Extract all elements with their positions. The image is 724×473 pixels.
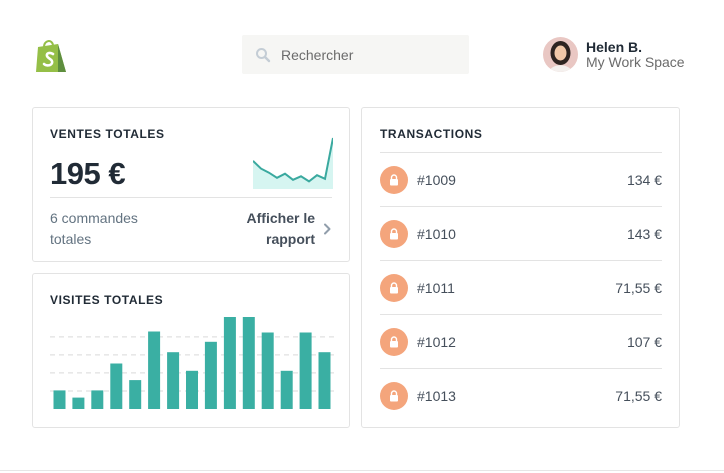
user-menu[interactable]: Helen B. My Work Space — [543, 37, 685, 72]
visits-bar — [148, 331, 161, 409]
lock-icon — [380, 219, 408, 248]
visits-bar — [299, 332, 312, 409]
visits-bar-chart — [50, 317, 334, 409]
shopify-logo-icon[interactable] — [34, 38, 68, 74]
transaction-row[interactable]: #1009 134 € — [380, 152, 662, 206]
chevron-right-icon — [324, 223, 331, 235]
search-input[interactable] — [281, 46, 451, 63]
view-report-label: Afficher le rapport — [246, 210, 315, 247]
lock-icon — [380, 327, 408, 356]
sparkline-area — [253, 138, 333, 189]
user-workspace: My Work Space — [586, 53, 685, 70]
visits-bar — [72, 397, 85, 409]
lock-icon — [380, 165, 408, 194]
page-bottom-border — [0, 470, 724, 471]
visits-bar — [223, 317, 236, 409]
visits-bar — [110, 363, 123, 409]
sales-sparkline — [253, 137, 333, 189]
total-sales-card: VENTES TOTALES 195 € 6 commandes totales… — [32, 107, 350, 262]
orders-count: 6 commandes totales — [50, 210, 138, 247]
visits-bar — [242, 317, 255, 409]
search-icon — [256, 47, 271, 62]
transaction-row[interactable]: #1013 71,55 € — [380, 368, 662, 422]
card-title: TRANSACTIONS — [380, 127, 483, 141]
transaction-id: #1010 — [417, 225, 456, 242]
visits-bar — [186, 370, 198, 409]
card-title: VISITES TOTALES — [50, 293, 164, 307]
visits-bar — [318, 352, 331, 409]
transaction-id: #1009 — [417, 171, 456, 188]
transaction-row[interactable]: #1011 71,55 € — [380, 260, 662, 314]
lock-icon — [380, 381, 408, 410]
visits-bar — [53, 390, 66, 409]
view-report-link[interactable]: Afficher le rapport — [235, 208, 331, 250]
visits-bar — [280, 370, 293, 409]
transactions-card: TRANSACTIONS #1009 134 € #1010 143 € #10… — [361, 107, 680, 428]
transaction-id: #1012 — [417, 333, 456, 350]
transaction-amount: 71,55 € — [615, 279, 662, 296]
visits-bar — [129, 380, 142, 409]
transaction-amount: 107 € — [626, 333, 662, 350]
user-avatar[interactable] — [543, 37, 578, 72]
transactions-list: #1009 134 € #1010 143 € #1011 71,55 € #1… — [380, 152, 662, 422]
divider — [50, 197, 332, 198]
transaction-row[interactable]: #1012 107 € — [380, 314, 662, 368]
sales-amount: 195 € — [50, 156, 126, 191]
transaction-amount: 71,55 € — [615, 387, 662, 404]
user-name: Helen B. — [586, 38, 643, 55]
card-title: VENTES TOTALES — [50, 127, 165, 141]
lock-icon — [380, 273, 408, 302]
transaction-amount: 143 € — [626, 225, 662, 242]
transaction-id: #1013 — [417, 387, 456, 404]
transaction-amount: 134 € — [626, 171, 662, 188]
total-visits-card: VISITES TOTALES — [32, 273, 350, 428]
visits-bar — [204, 341, 217, 409]
transaction-row[interactable]: #1010 143 € — [380, 206, 662, 260]
search-bar[interactable] — [242, 35, 469, 74]
visits-bar — [91, 390, 104, 409]
transaction-id: #1011 — [417, 279, 455, 296]
visits-bar — [261, 332, 274, 409]
visits-bar — [167, 352, 180, 409]
